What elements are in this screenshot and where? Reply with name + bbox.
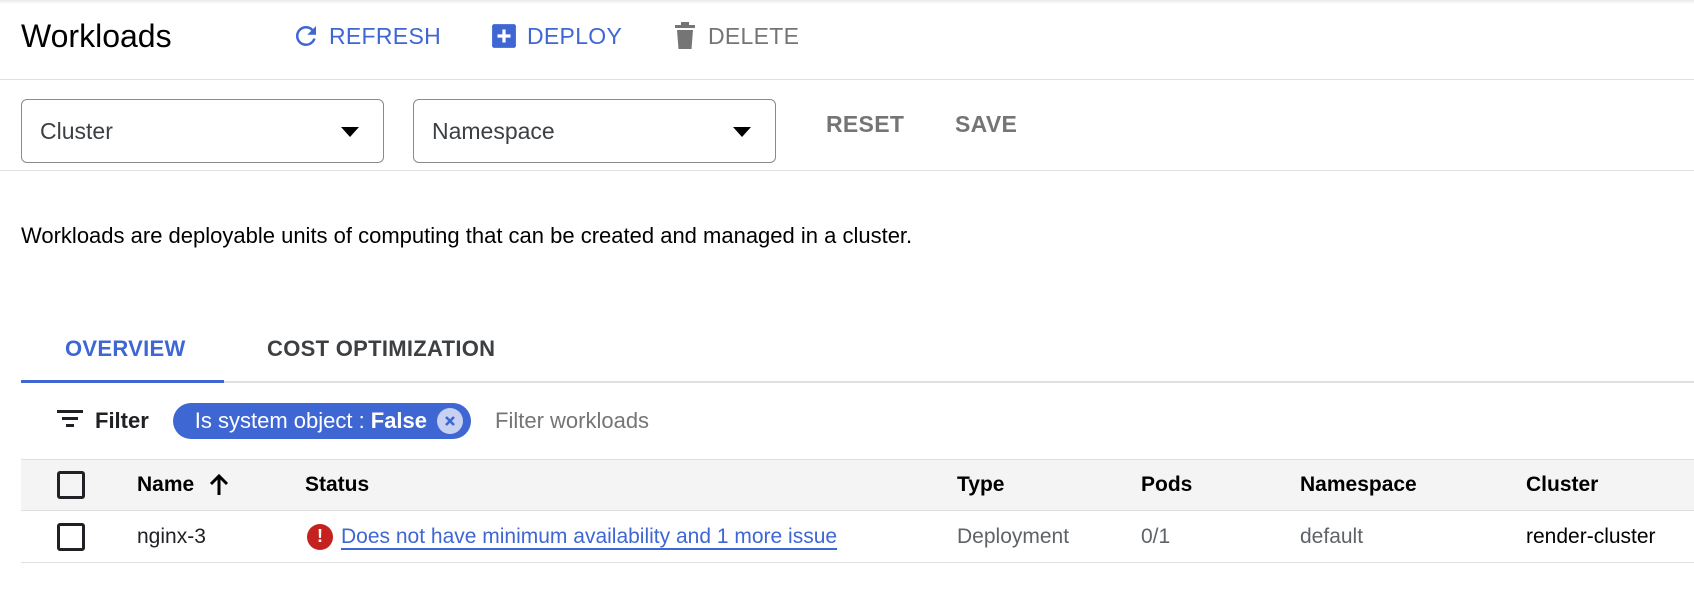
filter-chip[interactable]: Is system object : False <box>173 403 471 439</box>
filter-label: Filter <box>95 408 149 434</box>
row-status: ! Does not have minimum availability and… <box>307 511 837 562</box>
page-header: Workloads REFRESH DEPLOY DELETE <box>0 0 1694 80</box>
cluster-select-label: Cluster <box>40 118 113 145</box>
cluster-select[interactable]: Cluster <box>21 99 384 163</box>
page-description: Workloads are deployable units of comput… <box>21 218 921 254</box>
table-header: Name Status Type Pods Namespace Cluster <box>21 459 1694 511</box>
filter-list-icon <box>57 408 85 434</box>
arrow-up-icon <box>208 473 230 497</box>
chevron-down-icon <box>341 127 359 137</box>
status-link[interactable]: Does not have minimum availability and 1… <box>341 525 837 549</box>
row-type: Deployment <box>957 511 1069 562</box>
tab-bar: OVERVIEW COST OPTIMIZATION <box>21 320 1694 383</box>
tab-cost-optimization[interactable]: COST OPTIMIZATION <box>267 336 495 362</box>
row-namespace: default <box>1300 511 1363 562</box>
page-title: Workloads <box>21 18 172 55</box>
column-header-type[interactable]: Type <box>957 460 1004 510</box>
filter-chip-value: False <box>371 408 427 434</box>
save-button[interactable]: SAVE <box>955 111 1017 138</box>
trash-icon <box>670 21 700 51</box>
row-checkbox[interactable] <box>57 523 85 551</box>
deploy-label: DEPLOY <box>527 23 622 50</box>
row-pods: 0/1 <box>1141 511 1170 562</box>
column-header-name[interactable]: Name <box>137 460 230 510</box>
row-name[interactable]: nginx-3 <box>137 511 206 562</box>
scope-filter-bar: Cluster Namespace RESET SAVE <box>0 81 1694 171</box>
column-header-cluster[interactable]: Cluster <box>1526 460 1598 510</box>
chevron-down-icon <box>733 127 751 137</box>
column-header-namespace[interactable]: Namespace <box>1300 460 1417 510</box>
refresh-button[interactable]: REFRESH <box>291 20 441 52</box>
filter-workloads-input[interactable] <box>495 408 995 434</box>
active-tab-indicator <box>21 380 224 383</box>
delete-label: DELETE <box>708 23 799 50</box>
row-select-cell <box>57 511 85 562</box>
refresh-icon <box>291 21 321 51</box>
close-icon[interactable] <box>437 408 463 434</box>
select-all-checkbox[interactable] <box>57 471 85 499</box>
select-all-cell <box>57 460 85 510</box>
error-icon: ! <box>307 524 333 550</box>
row-cluster: render-cluster <box>1526 511 1656 562</box>
reset-button[interactable]: RESET <box>826 111 904 138</box>
namespace-select-label: Namespace <box>432 118 555 145</box>
delete-button[interactable]: DELETE <box>670 20 799 52</box>
add-box-icon <box>489 21 519 51</box>
filter-button[interactable]: Filter <box>57 408 149 434</box>
filter-chip-key: Is system object : <box>195 408 365 434</box>
refresh-label: REFRESH <box>329 23 441 50</box>
column-header-status[interactable]: Status <box>305 460 369 510</box>
column-header-name-label: Name <box>137 473 194 497</box>
column-header-pods[interactable]: Pods <box>1141 460 1192 510</box>
deploy-button[interactable]: DEPLOY <box>489 20 622 52</box>
tab-overview[interactable]: OVERVIEW <box>65 336 186 362</box>
table-row[interactable]: nginx-3 ! Does not have minimum availabi… <box>21 511 1694 563</box>
namespace-select[interactable]: Namespace <box>413 99 776 163</box>
table-filter-row: Filter Is system object : False <box>21 398 1694 444</box>
